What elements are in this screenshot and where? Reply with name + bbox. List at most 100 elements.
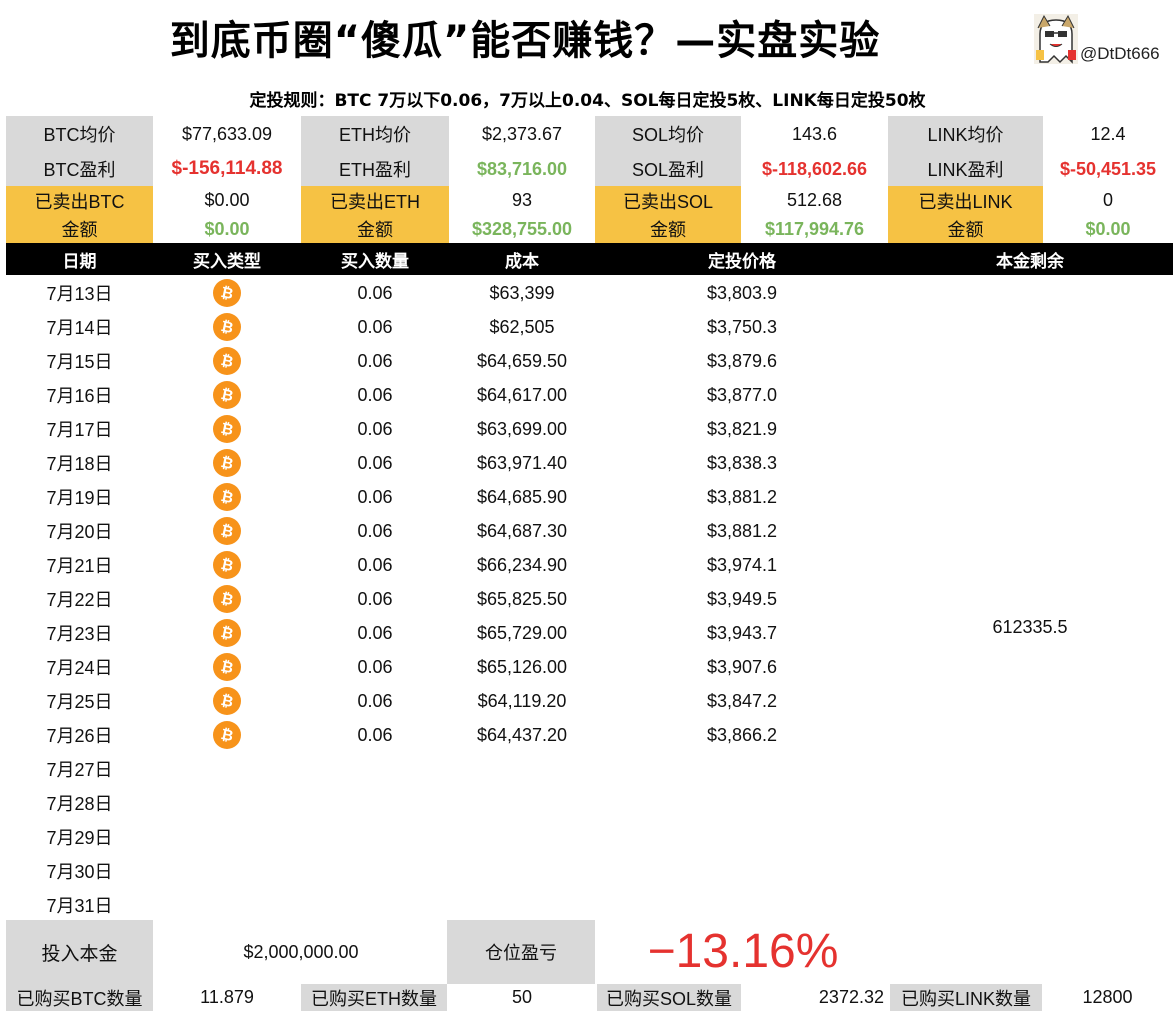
row-buy-type: ₿ <box>153 650 301 684</box>
sol-amount-label: 金额 <box>595 215 741 243</box>
row-qty <box>301 786 449 820</box>
eth-sold-value: 93 <box>511 190 533 210</box>
btc-sold-label: 已卖出BTC <box>6 186 153 215</box>
row-qty: 0.06 <box>357 520 393 541</box>
row-date: 7月22日 <box>46 590 113 610</box>
table-row: 7月21日 ₿ 0.06 $66,234.90 $3,974.1 <box>0 548 1175 582</box>
row-cost: $64,617.00 <box>476 384 568 405</box>
sol-qty-value: 2372.32 <box>818 987 884 1007</box>
row-dca-price: $3,821.9 <box>706 418 778 439</box>
row-dca-price: $3,879.6 <box>706 350 778 371</box>
bitcoin-icon: ₿ <box>213 347 241 375</box>
row-dca-price: $3,877.0 <box>706 384 778 405</box>
row-qty <box>301 854 449 888</box>
pnl-label: 仓位盈亏 <box>447 920 595 984</box>
row-buy-type: ₿ <box>153 480 301 514</box>
row-qty: 0.06 <box>357 656 393 677</box>
row-qty: 0.06 <box>357 690 393 711</box>
row-buy-type <box>153 752 301 786</box>
row-dca-price <box>668 752 816 786</box>
row-cost: $64,687.30 <box>476 520 568 541</box>
row-date: 7月25日 <box>46 692 113 712</box>
row-date: 7月29日 <box>46 828 113 848</box>
author-handle: @DtDt666 <box>1080 44 1160 63</box>
row-dca-price <box>668 820 816 854</box>
row-date: 7月17日 <box>46 420 113 440</box>
ghost-avatar-icon <box>1034 14 1078 64</box>
btc-amount-label: 金额 <box>6 215 153 243</box>
table-row: 7月14日 ₿ 0.06 $62,505 $3,750.3 <box>0 310 1175 344</box>
eth-amount-value: $328,755.00 <box>471 218 573 239</box>
bitcoin-icon: ₿ <box>213 653 241 681</box>
header-remaining: 本金剩余 <box>996 251 1064 272</box>
pnl-value: −13.16% <box>647 925 839 978</box>
row-qty: 0.06 <box>357 588 393 609</box>
eth-qty-value: 50 <box>511 987 533 1007</box>
row-qty: 0.06 <box>357 724 393 745</box>
bitcoin-icon: ₿ <box>213 687 241 715</box>
eth-avg-value: $2,373.67 <box>481 123 563 144</box>
row-cost: $64,685.90 <box>476 486 568 507</box>
table-row: 7月17日 ₿ 0.06 $63,699.00 $3,821.9 <box>0 412 1175 446</box>
row-cost: $63,399 <box>489 282 555 303</box>
row-buy-type: ₿ <box>153 582 301 616</box>
link-amount-label: 金额 <box>888 215 1043 243</box>
row-date: 7月21日 <box>46 556 113 576</box>
table-row: 7月29日 <box>0 820 1175 854</box>
btc-avg-value: $77,633.09 <box>181 123 273 144</box>
link-avg-label: LINK均价 <box>888 116 1043 152</box>
header-dca-price: 定投价格 <box>708 251 776 272</box>
row-dca-price: $3,847.2 <box>706 690 778 711</box>
table-row: 7月19日 ₿ 0.06 $64,685.90 $3,881.2 <box>0 480 1175 514</box>
row-qty: 0.06 <box>357 384 393 405</box>
row-buy-type: ₿ <box>153 548 301 582</box>
header-date: 日期 <box>62 251 97 272</box>
table-row: 7月25日 ₿ 0.06 $64,119.20 $3,847.2 <box>0 684 1175 718</box>
row-dca-price: $3,949.5 <box>706 588 778 609</box>
bitcoin-icon: ₿ <box>213 381 241 409</box>
row-date: 7月26日 <box>46 726 113 746</box>
row-date: 7月19日 <box>46 488 113 508</box>
eth-avg-label: ETH均价 <box>301 116 449 152</box>
row-cost: $62,505 <box>489 316 555 337</box>
row-qty: 0.06 <box>357 282 393 303</box>
row-buy-type <box>153 820 301 854</box>
table-row: 7月27日 <box>0 752 1175 786</box>
row-dca-price: $3,838.3 <box>706 452 778 473</box>
row-buy-type: ₿ <box>153 344 301 378</box>
row-dca-price: $3,974.1 <box>706 554 778 575</box>
sol-sold-value: 512.68 <box>786 190 843 210</box>
page-title: 到底币圈“傻瓜”能否赚钱？—实盘实验 <box>169 18 881 64</box>
row-buy-type <box>153 786 301 820</box>
link-profit-label: LINK盈利 <box>888 152 1043 186</box>
sol-profit-value: $-118,602.66 <box>761 158 868 179</box>
table-row: 7月15日 ₿ 0.06 $64,659.50 $3,879.6 <box>0 344 1175 378</box>
bitcoin-icon: ₿ <box>213 415 241 443</box>
row-qty <box>301 820 449 854</box>
row-dca-price: $3,881.2 <box>706 520 778 541</box>
sol-amount-value: $117,994.76 <box>764 218 865 239</box>
row-qty: 0.06 <box>357 418 393 439</box>
row-qty <box>301 888 449 922</box>
btc-amount-value: $0.00 <box>204 218 250 239</box>
link-profit-value: $-50,451.35 <box>1059 158 1157 179</box>
sol-profit-label: SOL盈利 <box>595 152 741 186</box>
row-dca-price <box>668 888 816 922</box>
row-date: 7月18日 <box>46 454 113 474</box>
principal-value: $2,000,000.00 <box>243 941 359 962</box>
row-qty: 0.06 <box>357 486 393 507</box>
row-dca-price: $3,750.3 <box>706 316 778 337</box>
table-row: 7月30日 <box>0 854 1175 888</box>
row-dca-price: $3,803.9 <box>706 282 778 303</box>
row-date: 7月30日 <box>46 862 113 882</box>
row-cost <box>449 752 595 786</box>
bitcoin-icon: ₿ <box>213 449 241 477</box>
btc-qty-value: 11.879 <box>200 987 254 1007</box>
eth-amount-label: 金额 <box>301 215 449 243</box>
row-cost: $63,699.00 <box>476 418 568 439</box>
table-row: 7月26日 ₿ 0.06 $64,437.20 $3,866.2 <box>0 718 1175 752</box>
row-buy-type: ₿ <box>153 378 301 412</box>
row-buy-type: ₿ <box>153 310 301 344</box>
row-buy-type <box>153 854 301 888</box>
bitcoin-icon: ₿ <box>213 483 241 511</box>
